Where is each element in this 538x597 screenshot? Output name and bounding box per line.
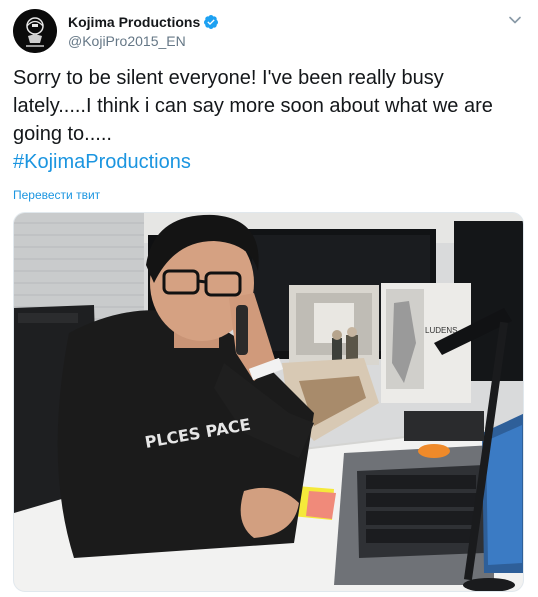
display-name-row: Kojima Productions [68, 13, 219, 31]
verified-badge-icon [203, 14, 219, 30]
account-handle[interactable]: @KojiPro2015_EN [68, 33, 219, 49]
tweet-header: Kojima Productions @KojiPro2015_EN [13, 9, 526, 53]
tweet-photo[interactable]: LUDENS PLCES PACE [13, 212, 524, 592]
ludens-logo-icon [13, 9, 57, 53]
hashtag-link[interactable]: #KojimaProductions [13, 148, 525, 176]
office-photo: LUDENS PLCES PACE [14, 213, 523, 591]
tweet-body: Sorry to be silent everyone! I've been r… [13, 67, 493, 145]
tweet: Kojima Productions @KojiPro2015_EN Sorry… [0, 0, 538, 597]
avatar[interactable] [13, 9, 57, 53]
chevron-down-icon[interactable] [506, 11, 524, 29]
account-names: Kojima Productions @KojiPro2015_EN [68, 13, 219, 49]
box-label-right: LUDENS [425, 326, 457, 335]
tweet-text: Sorry to be silent everyone! I've been r… [13, 64, 525, 176]
display-name[interactable]: Kojima Productions [68, 14, 200, 30]
translate-tweet-link[interactable]: Перевести твит [13, 188, 100, 202]
